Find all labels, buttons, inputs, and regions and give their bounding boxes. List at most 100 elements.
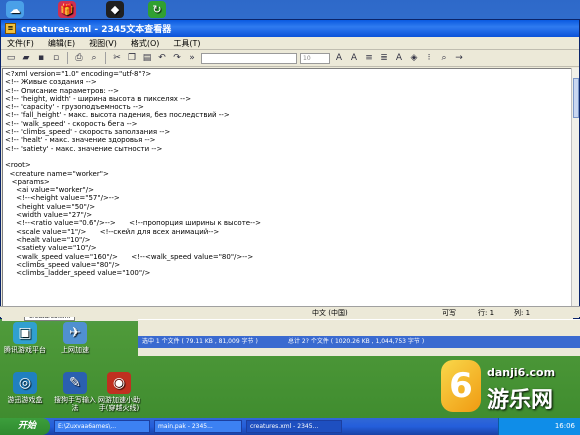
desktop-icon[interactable]: ↻ xyxy=(144,1,170,20)
editor-line: <healt value="10"/> xyxy=(5,235,91,244)
menu-item[interactable]: 编辑(E) xyxy=(48,38,75,49)
undo-icon[interactable]: ↶ xyxy=(156,53,168,64)
editor-line: <ai value="worker"/> xyxy=(5,186,94,195)
print-icon[interactable]: ⎙ xyxy=(73,53,85,64)
explorer-status-bar: 选中 1 个文件 ( 79.11 KB , 81,009 字节 ) 总计 2? … xyxy=(138,336,580,348)
more-icon[interactable]: » xyxy=(186,53,198,64)
start-button[interactable]: 开始 xyxy=(0,418,50,435)
editor-line: <!-- 'walk_speed' - скорость бега --> xyxy=(5,119,138,128)
explorer-total-info: 总计 2? 个文件 ( 1020.26 KB , 1,044,753 字节 ) xyxy=(288,338,425,345)
editor-line: <walk_speed value="160"/> <!--<walk_spee… xyxy=(5,252,254,261)
watermark: 6 danji6.com 游乐网 xyxy=(433,358,580,418)
watermark-brand: 游乐网 xyxy=(487,388,554,413)
status-encoding: 中文 (中国) xyxy=(312,309,348,317)
font-shrink-icon[interactable]: A xyxy=(348,53,360,64)
find-icon[interactable]: ⌕ xyxy=(438,53,450,64)
menu-item[interactable]: 视图(V) xyxy=(89,38,117,49)
editor-line: <!--<height value="57"/>--> xyxy=(5,194,120,203)
desktop-icon-label: 上网加速 xyxy=(61,346,89,354)
save-icon[interactable]: ▪ xyxy=(35,53,47,64)
status-bar: 中文 (中国) 可写 行: 1 列: 1 xyxy=(0,306,580,317)
desktop-icon-label: 搜狗手写输入法 xyxy=(54,396,96,412)
taskbar-task[interactable]: creatures.xml - 2345... xyxy=(246,420,342,433)
editor-line: <climbs_speed value="80"/> xyxy=(5,260,121,269)
desktop-icon[interactable]: ▣ 腾讯游戏平台 xyxy=(2,322,48,354)
status-col: 列: 1 xyxy=(514,309,531,317)
desktop-icon[interactable]: ✎ 搜狗手写输入法 xyxy=(52,372,98,412)
editor-content[interactable]: <?xml version="1.0" encoding="utf-8"?> <!… xyxy=(3,69,572,278)
editor-line: <!--<ratio value="0.6"/>--> <!--пропорци… xyxy=(5,219,262,228)
watermark-site: danji6.com xyxy=(487,366,556,379)
text-viewer-window: ≡ creatures.xml - 2345文本查看器 文件(F) 编辑(E) 视图… xyxy=(0,19,580,321)
editor-line: <!-- Живые создания --> xyxy=(5,78,97,87)
copy-icon[interactable]: ❐ xyxy=(126,53,138,64)
align-left-icon[interactable]: ≡ xyxy=(363,53,375,64)
toolbar-separator xyxy=(105,52,106,64)
toolbar-separator xyxy=(67,52,68,64)
goto-icon[interactable]: → xyxy=(453,53,465,64)
desktop-icon[interactable]: ☁ xyxy=(2,1,28,20)
desktop-icon-image: ◆ xyxy=(106,1,124,18)
editor-line: <creature name="worker"> xyxy=(5,169,109,178)
font-size-combo[interactable]: 10 xyxy=(300,52,330,64)
desktop-icon-image: 🎁 xyxy=(58,1,76,18)
editor-line: <width value="27"/> xyxy=(5,211,93,220)
desktop-icon-image: ✈ xyxy=(63,322,87,344)
editor-line: <climbs_ladder_speed value="100"/> xyxy=(5,269,151,278)
editor-line: <!-- Описание параметров: --> xyxy=(5,86,119,95)
explorer-selected-info: 选中 1 个文件 ( 79.11 KB , 81,009 字节 ) xyxy=(142,338,258,345)
taskbar-task[interactable]: main.pak - 2345... xyxy=(154,420,242,433)
cut-icon[interactable]: ✂ xyxy=(111,53,123,64)
editor-line: <root> xyxy=(5,161,31,170)
app-icon: ≡ xyxy=(5,23,16,34)
taskbar: 开始 E:\Zuxvaa6ames\... main.pak - 2345... c… xyxy=(0,418,580,435)
desktop-icon-label: 网游加速小助手(穿越火线) xyxy=(98,396,140,412)
font-grow-icon[interactable]: A xyxy=(333,53,345,64)
desktop-icon[interactable]: ◆ xyxy=(102,1,128,20)
desktop-icon-image: ↻ xyxy=(148,1,166,18)
scrollbar-thumb[interactable] xyxy=(573,78,579,118)
new-file-icon[interactable]: ▭ xyxy=(5,53,17,64)
desktop-icon-image: ◎ xyxy=(13,372,37,394)
editor-line: <!-- 'satiety' - макс. значение сытности… xyxy=(5,144,163,153)
align-center-icon[interactable]: ≣ xyxy=(378,53,390,64)
open-folder-icon[interactable]: ▰ xyxy=(20,53,32,64)
editor-line: <params> xyxy=(5,177,50,186)
editor-line: <scale value="1"/> <!--скейл для всех ан… xyxy=(5,227,220,236)
status-mode: 可写 xyxy=(442,309,456,317)
editor-line: <!-- 'climbs_speed' - скорость заползани… xyxy=(5,128,171,137)
print-preview-icon[interactable]: ⌕ xyxy=(88,53,100,64)
desktop-icon[interactable]: ◉ 网游加速小助手(穿越火线) xyxy=(96,372,142,412)
text-editor[interactable]: <?xml version="1.0" encoding="utf-8"?> <!… xyxy=(2,68,573,313)
title-bar[interactable]: ≡ creatures.xml - 2345文本查看器 xyxy=(1,20,579,37)
text-color-icon[interactable]: A xyxy=(393,53,405,64)
desktop-icon-label: 游迅游戏盒 xyxy=(7,396,43,404)
taskbar-task[interactable]: E:\Zuxvaa6ames\... xyxy=(54,420,150,433)
desktop-icon-image: ✎ xyxy=(63,372,87,394)
redo-icon[interactable]: ↷ xyxy=(171,53,183,64)
font-name-combo[interactable] xyxy=(201,52,297,64)
desktop-icon-image: ☁ xyxy=(6,1,24,18)
system-tray: 16:06 xyxy=(498,418,580,435)
toolbar: ▭ ▰ ▪ ▫ ⎙ ⌕ ✂ ❐ ▤ ↶ ↷ » 10 A A ≡ ≣ A ◈ ⁝… xyxy=(1,50,579,67)
menu-item[interactable]: 格式(O) xyxy=(131,38,160,49)
desktop-icon[interactable]: ✈ 上网加速 xyxy=(52,322,98,354)
paste-icon[interactable]: ▤ xyxy=(141,53,153,64)
status-line: 行: 1 xyxy=(478,309,495,317)
clock[interactable]: 16:06 xyxy=(555,422,575,430)
menu-item[interactable]: 文件(F) xyxy=(7,38,34,49)
menu-bar: 文件(F) 编辑(E) 视图(V) 格式(O) 工具(T) xyxy=(1,37,579,50)
highlight-icon[interactable]: ◈ xyxy=(408,53,420,64)
desktop-icon-label: 腾讯游戏平台 xyxy=(4,346,46,354)
explorer-window[interactable]: 选中 1 个文件 ( 79.11 KB , 81,009 字节 ) 总计 2? … xyxy=(138,319,580,356)
menu-item[interactable]: 工具(T) xyxy=(173,38,200,49)
desktop-icon[interactable]: ◎ 游迅游戏盒 xyxy=(2,372,48,404)
desktop-icon-image: ▣ xyxy=(13,322,37,344)
desktop-icon[interactable]: 🎁 xyxy=(54,1,80,20)
vertical-scrollbar[interactable] xyxy=(571,68,579,313)
editor-line: <!-- 'fall_height' - макс. высота падени… xyxy=(5,111,230,120)
bullets-icon[interactable]: ⁝ xyxy=(423,53,435,64)
save-all-icon[interactable]: ▫ xyxy=(50,53,62,64)
editor-line: <?xml version="1.0" encoding="utf-8"?> xyxy=(5,70,152,78)
